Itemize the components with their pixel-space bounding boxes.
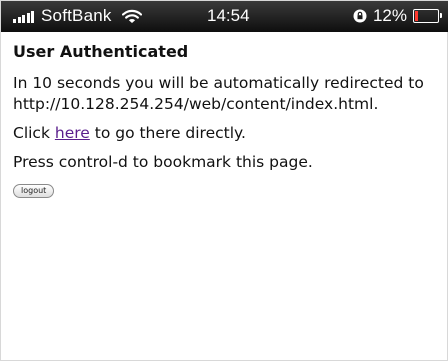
page-content: User Authenticated In 10 seconds you wil…	[1, 32, 448, 198]
battery-level-fill	[415, 11, 418, 21]
click-suffix-text: to go there directly.	[89, 124, 246, 142]
click-prefix-text: Click	[13, 124, 55, 142]
bookmark-message: Press control-d to bookmark this page.	[13, 153, 313, 171]
status-time: 14:54	[207, 6, 250, 25]
orientation-lock-icon	[353, 9, 367, 23]
redirect-message: In 10 seconds you will be automatically …	[13, 74, 424, 113]
here-link[interactable]: here	[55, 124, 90, 142]
direct-link-line: Click here to go there directly.	[13, 123, 437, 144]
status-right-group: 12%	[353, 5, 443, 27]
wifi-icon	[121, 9, 142, 23]
battery-icon	[413, 9, 442, 23]
battery-percent: 12%	[372, 6, 407, 25]
page-title: User Authenticated	[13, 42, 189, 61]
status-bar: SoftBank 14:54 12%	[1, 1, 448, 32]
carrier-name: SoftBank	[41, 6, 112, 25]
signal-bars-icon	[13, 10, 34, 23]
logout-button[interactable]: logout	[13, 184, 55, 198]
status-left-group: SoftBank	[13, 5, 142, 27]
